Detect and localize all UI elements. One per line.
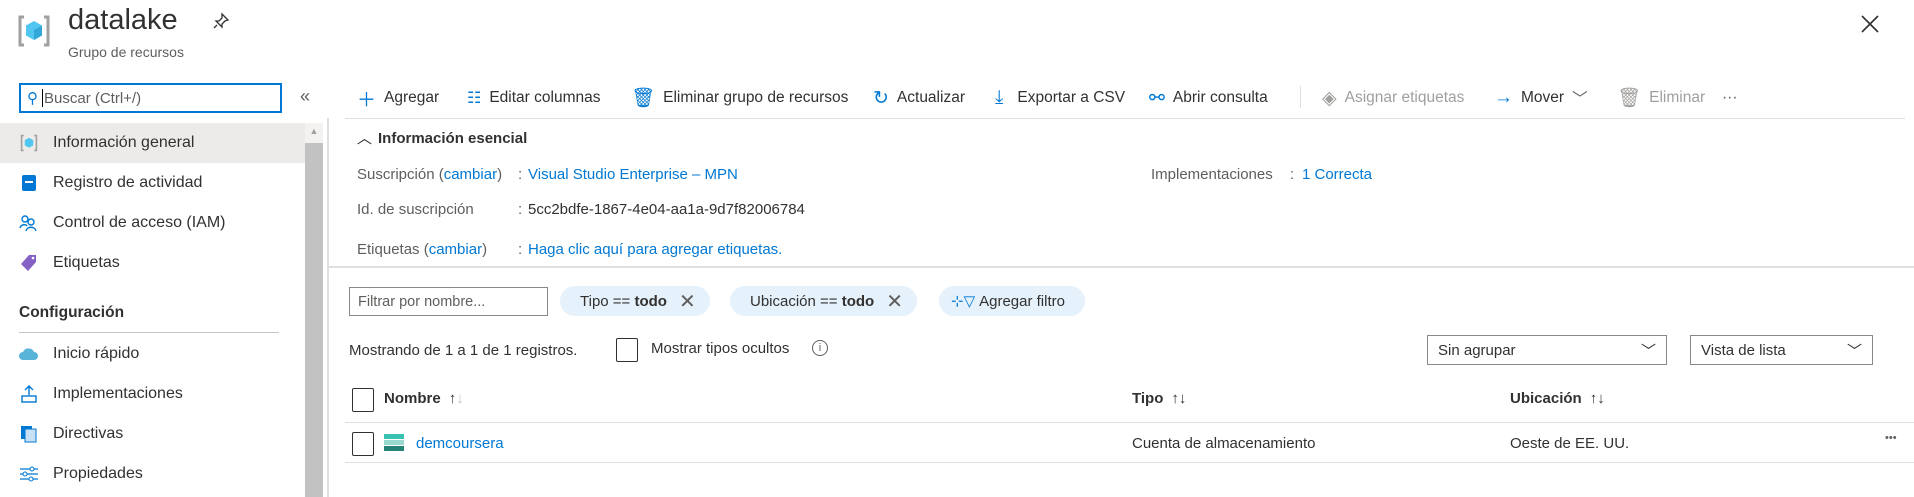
sidebar-item-informacion-general[interactable]: Información general: [0, 123, 305, 163]
sidebar-item-propiedades[interactable]: Propiedades: [0, 454, 305, 494]
sort-icon: ↑↓: [1171, 390, 1187, 407]
sidebar-item-inicio-rapido[interactable]: Inicio rápido: [0, 334, 305, 374]
sidebar-item-implementaciones[interactable]: Implementaciones: [0, 374, 305, 414]
resource-type: Cuenta de almacenamiento: [1132, 435, 1316, 452]
columns-icon: ☷: [467, 90, 482, 107]
refresh-button[interactable]: ↻ Actualizar: [873, 84, 965, 112]
activity-log-icon: [19, 173, 39, 193]
delete-group-button[interactable]: 🗑︎ Eliminar grupo de recursos: [631, 84, 848, 112]
arrow-right-icon: →: [1494, 87, 1513, 108]
close-icon[interactable]: [1860, 14, 1880, 38]
trash-icon: 🗑︎: [1617, 88, 1642, 109]
add-filter-button[interactable]: ⊹▽ Agregar filtro: [939, 286, 1085, 316]
subscription-id-value: 5cc2bdfe-1867-4e04-aa1a-9d7f82006784: [528, 201, 805, 218]
add-button[interactable]: ＋ Agregar: [357, 84, 439, 112]
policy-icon: [19, 424, 39, 444]
row-divider: [345, 462, 1914, 463]
record-count: Mostrando de 1 a 1 de 1 registros.: [349, 342, 578, 359]
cloud-icon: [19, 344, 39, 364]
resource-group-icon: [19, 133, 39, 153]
filter-name-input[interactable]: Filtrar por nombre...: [349, 287, 548, 316]
subscription-label: Suscripción (cambiar): [357, 166, 503, 183]
deployments-link[interactable]: 1 Correcta: [1302, 166, 1372, 183]
resource-location: Oeste de EE. UU.: [1510, 435, 1630, 452]
more-button[interactable]: ···: [1722, 84, 1738, 112]
chevron-down-icon: ﹀: [1572, 91, 1588, 108]
resource-group-icon: [18, 14, 50, 48]
toolbar-separator: [1300, 86, 1301, 108]
assign-tags-button[interactable]: ◈ Asignar etiquetas: [1322, 84, 1464, 112]
sort-icon: ↑↓: [448, 390, 464, 407]
page-subtitle: Grupo de recursos: [68, 44, 184, 60]
page-title: datalake: [68, 4, 178, 36]
sidebar-item-control-acceso[interactable]: Control de acceso (IAM): [0, 203, 305, 243]
column-header-tipo[interactable]: Tipo ↑↓: [1132, 390, 1186, 407]
download-icon: ⤓: [995, 87, 1004, 108]
tag-icon: [19, 253, 39, 273]
info-icon[interactable]: i: [812, 340, 828, 356]
change-tags-link[interactable]: cambiar: [429, 241, 482, 258]
filter-pill-tipo[interactable]: Tipo == todo ✕: [560, 286, 710, 316]
properties-icon: [19, 464, 39, 484]
storage-account-icon: [384, 434, 404, 452]
column-header-ubicacion[interactable]: Ubicación ↑↓: [1510, 390, 1605, 407]
tags-label: Etiquetas (cambiar): [357, 241, 488, 258]
chevron-up-icon: ︿: [357, 130, 373, 147]
chevron-down-icon: ﹀: [1640, 342, 1656, 360]
show-hidden-types-checkbox[interactable]: [616, 338, 638, 362]
pin-icon[interactable]: [212, 12, 230, 35]
sidebar-item-directivas[interactable]: Directivas: [0, 414, 305, 454]
remove-filter-icon[interactable]: ✕: [679, 289, 696, 314]
scroll-up-arrow[interactable]: ▲: [305, 123, 323, 136]
subscription-link[interactable]: Visual Studio Enterprise – MPN: [528, 166, 738, 183]
sidebar-scrollbar[interactable]: ▲: [305, 123, 323, 497]
row-checkbox[interactable]: [352, 432, 374, 456]
plus-icon: ＋: [357, 89, 377, 111]
sort-icon: ↑↓: [1589, 390, 1605, 407]
pane-divider: [327, 118, 329, 497]
essentials-toggle[interactable]: ︿ Información esencial: [357, 127, 527, 148]
tag-icon: ◈: [1322, 87, 1337, 109]
query-icon: ⚯: [1149, 87, 1165, 109]
scrollbar-thumb[interactable]: [305, 143, 323, 497]
delete-button[interactable]: 🗑︎ Eliminar: [1617, 84, 1705, 112]
upload-icon: [19, 384, 39, 404]
filter-pill-ubicacion[interactable]: Ubicación == todo ✕: [730, 286, 917, 316]
people-icon: [19, 213, 39, 233]
refresh-icon: ↻: [873, 87, 889, 109]
select-all-checkbox[interactable]: [352, 388, 374, 412]
move-button[interactable]: → Mover ﹀: [1494, 84, 1588, 112]
sidebar-item-etiquetas[interactable]: Etiquetas: [0, 243, 305, 283]
header-divider: [345, 422, 1914, 423]
remove-filter-icon[interactable]: ✕: [886, 289, 903, 314]
resource-name-link[interactable]: demcoursera: [416, 435, 504, 452]
view-select[interactable]: Vista de lista ﹀: [1690, 335, 1873, 365]
toolbar-divider: [345, 118, 1905, 119]
sidebar-item-registro-actividad[interactable]: Registro de actividad: [0, 163, 305, 203]
trash-icon: 🗑︎: [631, 88, 656, 109]
row-more-button[interactable]: •••: [1885, 432, 1897, 444]
show-hidden-types-label: Mostrar tipos ocultos: [651, 340, 790, 357]
sidebar-section-configuracion: Configuración: [19, 304, 125, 321]
add-filter-icon: ⊹▽: [951, 293, 976, 310]
collapse-sidebar-button[interactable]: «: [300, 86, 310, 107]
change-subscription-link[interactable]: cambiar: [444, 166, 497, 183]
essentials-divider: [329, 266, 1914, 268]
section-divider: [19, 332, 279, 333]
export-csv-button[interactable]: ⤓ Exportar a CSV: [995, 84, 1125, 112]
edit-columns-button[interactable]: ☷ Editar columnas: [467, 84, 600, 112]
search-icon: ⚲: [27, 90, 38, 107]
add-tags-link[interactable]: Haga clic aquí para agregar etiquetas.: [528, 241, 782, 258]
sidebar-search-input[interactable]: ⚲ Buscar (Ctrl+/): [19, 83, 282, 113]
open-query-button[interactable]: ⚯ Abrir consulta: [1149, 84, 1268, 112]
group-by-select[interactable]: Sin agrupar ﹀: [1427, 335, 1667, 365]
subscription-id-label: Id. de suscripción: [357, 201, 474, 218]
deployments-label: Implementaciones: [1151, 166, 1273, 183]
chevron-down-icon: ﹀: [1846, 342, 1862, 360]
column-header-nombre[interactable]: Nombre ↑↓: [384, 390, 464, 407]
